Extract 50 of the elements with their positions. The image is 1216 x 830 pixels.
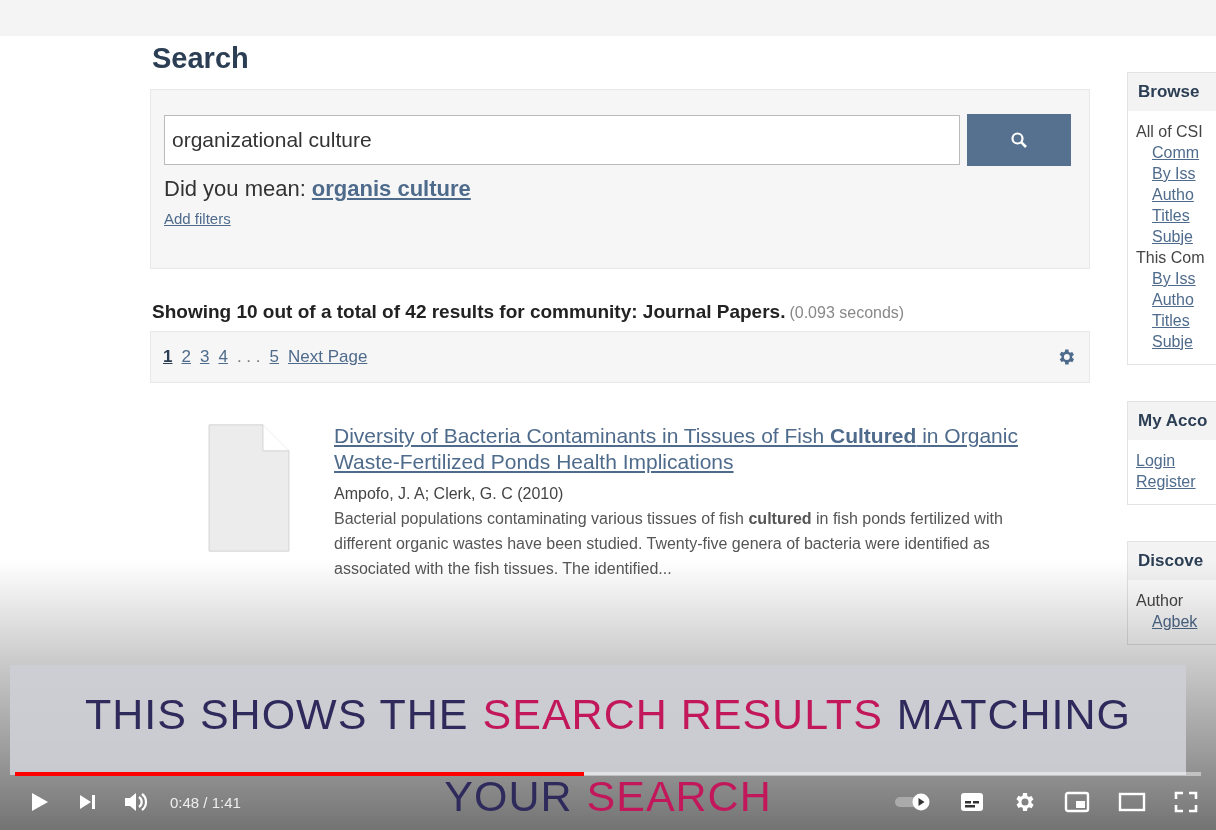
fullscreen-icon[interactable] xyxy=(1174,791,1198,813)
sidebar-link[interactable]: Agbek xyxy=(1152,611,1198,632)
sidebar-link[interactable]: Titles xyxy=(1152,205,1190,226)
sidebar-panel-title: Discove xyxy=(1128,542,1216,580)
search-field[interactable]: organizational culture xyxy=(164,115,960,165)
page-link[interactable]: 2 xyxy=(181,347,191,367)
sidebar-link[interactable]: Register xyxy=(1136,471,1196,492)
caption-text: SEARCH xyxy=(586,772,772,820)
sidebar-panel-title: My Acco xyxy=(1128,402,1216,440)
next-icon[interactable] xyxy=(78,793,96,811)
result-title-link[interactable]: Diversity of Bacteria Contaminants in Tissues of Fish Cultured in Organic Waste-Fertilized Ponds Health Implications xyxy=(192,423,1060,475)
search-icon xyxy=(1010,131,1028,149)
subtitles-icon[interactable] xyxy=(960,792,984,812)
sidebar-link[interactable]: Subje xyxy=(1152,226,1193,247)
caption-text: YOUR xyxy=(444,772,573,820)
next-page-link[interactable]: Next Page xyxy=(287,347,368,367)
sidebar-panel-title: Browse xyxy=(1128,73,1216,111)
sidebar-link[interactable]: Autho xyxy=(1152,184,1194,205)
page-heading: Search xyxy=(152,42,250,75)
page-ellipsis: . . . xyxy=(236,347,261,367)
caption-text: SEARCH RESULTS xyxy=(482,690,883,738)
result-abstract: Bacterial populations contaminating various tissues of fish cultured in fish ponds fertilized with different organic wastes have been studied. Twenty-five genera of bacteria were identified as associated with the fish tissues. The identified... xyxy=(333,509,1004,579)
search-timing: (0.093 seconds) xyxy=(789,304,905,321)
sidebar-link[interactable]: Subje xyxy=(1152,331,1193,352)
sidebar-link[interactable]: Titles xyxy=(1152,310,1190,331)
sidebar-link[interactable]: Login xyxy=(1136,450,1176,471)
results-summary: Showing 10 out of a total of 42 results for community: Journal Papers. xyxy=(152,301,786,322)
theater-mode-icon[interactable] xyxy=(1118,792,1146,812)
page-link[interactable]: 5 xyxy=(269,347,279,367)
page-link[interactable]: 1 xyxy=(163,347,173,367)
caption-text: MATCHING xyxy=(896,690,1131,738)
progress-track[interactable] xyxy=(15,772,1201,776)
did-you-mean-label: Did you mean: xyxy=(164,176,306,201)
volume-icon[interactable] xyxy=(124,791,150,813)
sidebar-link[interactable]: Autho xyxy=(1152,289,1194,310)
sidebar-link[interactable]: By Iss xyxy=(1152,268,1196,289)
page-link[interactable]: 3 xyxy=(199,347,210,367)
add-filters-link[interactable]: Add filters xyxy=(164,210,231,227)
result-authors: Ampofo, J. A; Clerk, G. C (2010) xyxy=(333,484,565,504)
suggestion-link[interactable]: organis culture xyxy=(311,176,471,201)
sidebar-heading: All of CSI xyxy=(1136,122,1203,142)
sidebar-heading: This Com xyxy=(1136,248,1205,268)
caption-text: THIS SHOWS THE xyxy=(85,690,469,738)
sidebar-heading: Author xyxy=(1136,591,1184,611)
miniplayer-icon[interactable] xyxy=(1064,791,1090,813)
video-time: 0:48 / 1:41 xyxy=(170,793,241,811)
sidebar-link[interactable]: Comm xyxy=(1152,142,1200,163)
sidebar-link[interactable]: By Iss xyxy=(1152,163,1196,184)
page-link[interactable]: 4 xyxy=(218,347,228,367)
autoplay-toggle-icon[interactable] xyxy=(894,793,932,811)
